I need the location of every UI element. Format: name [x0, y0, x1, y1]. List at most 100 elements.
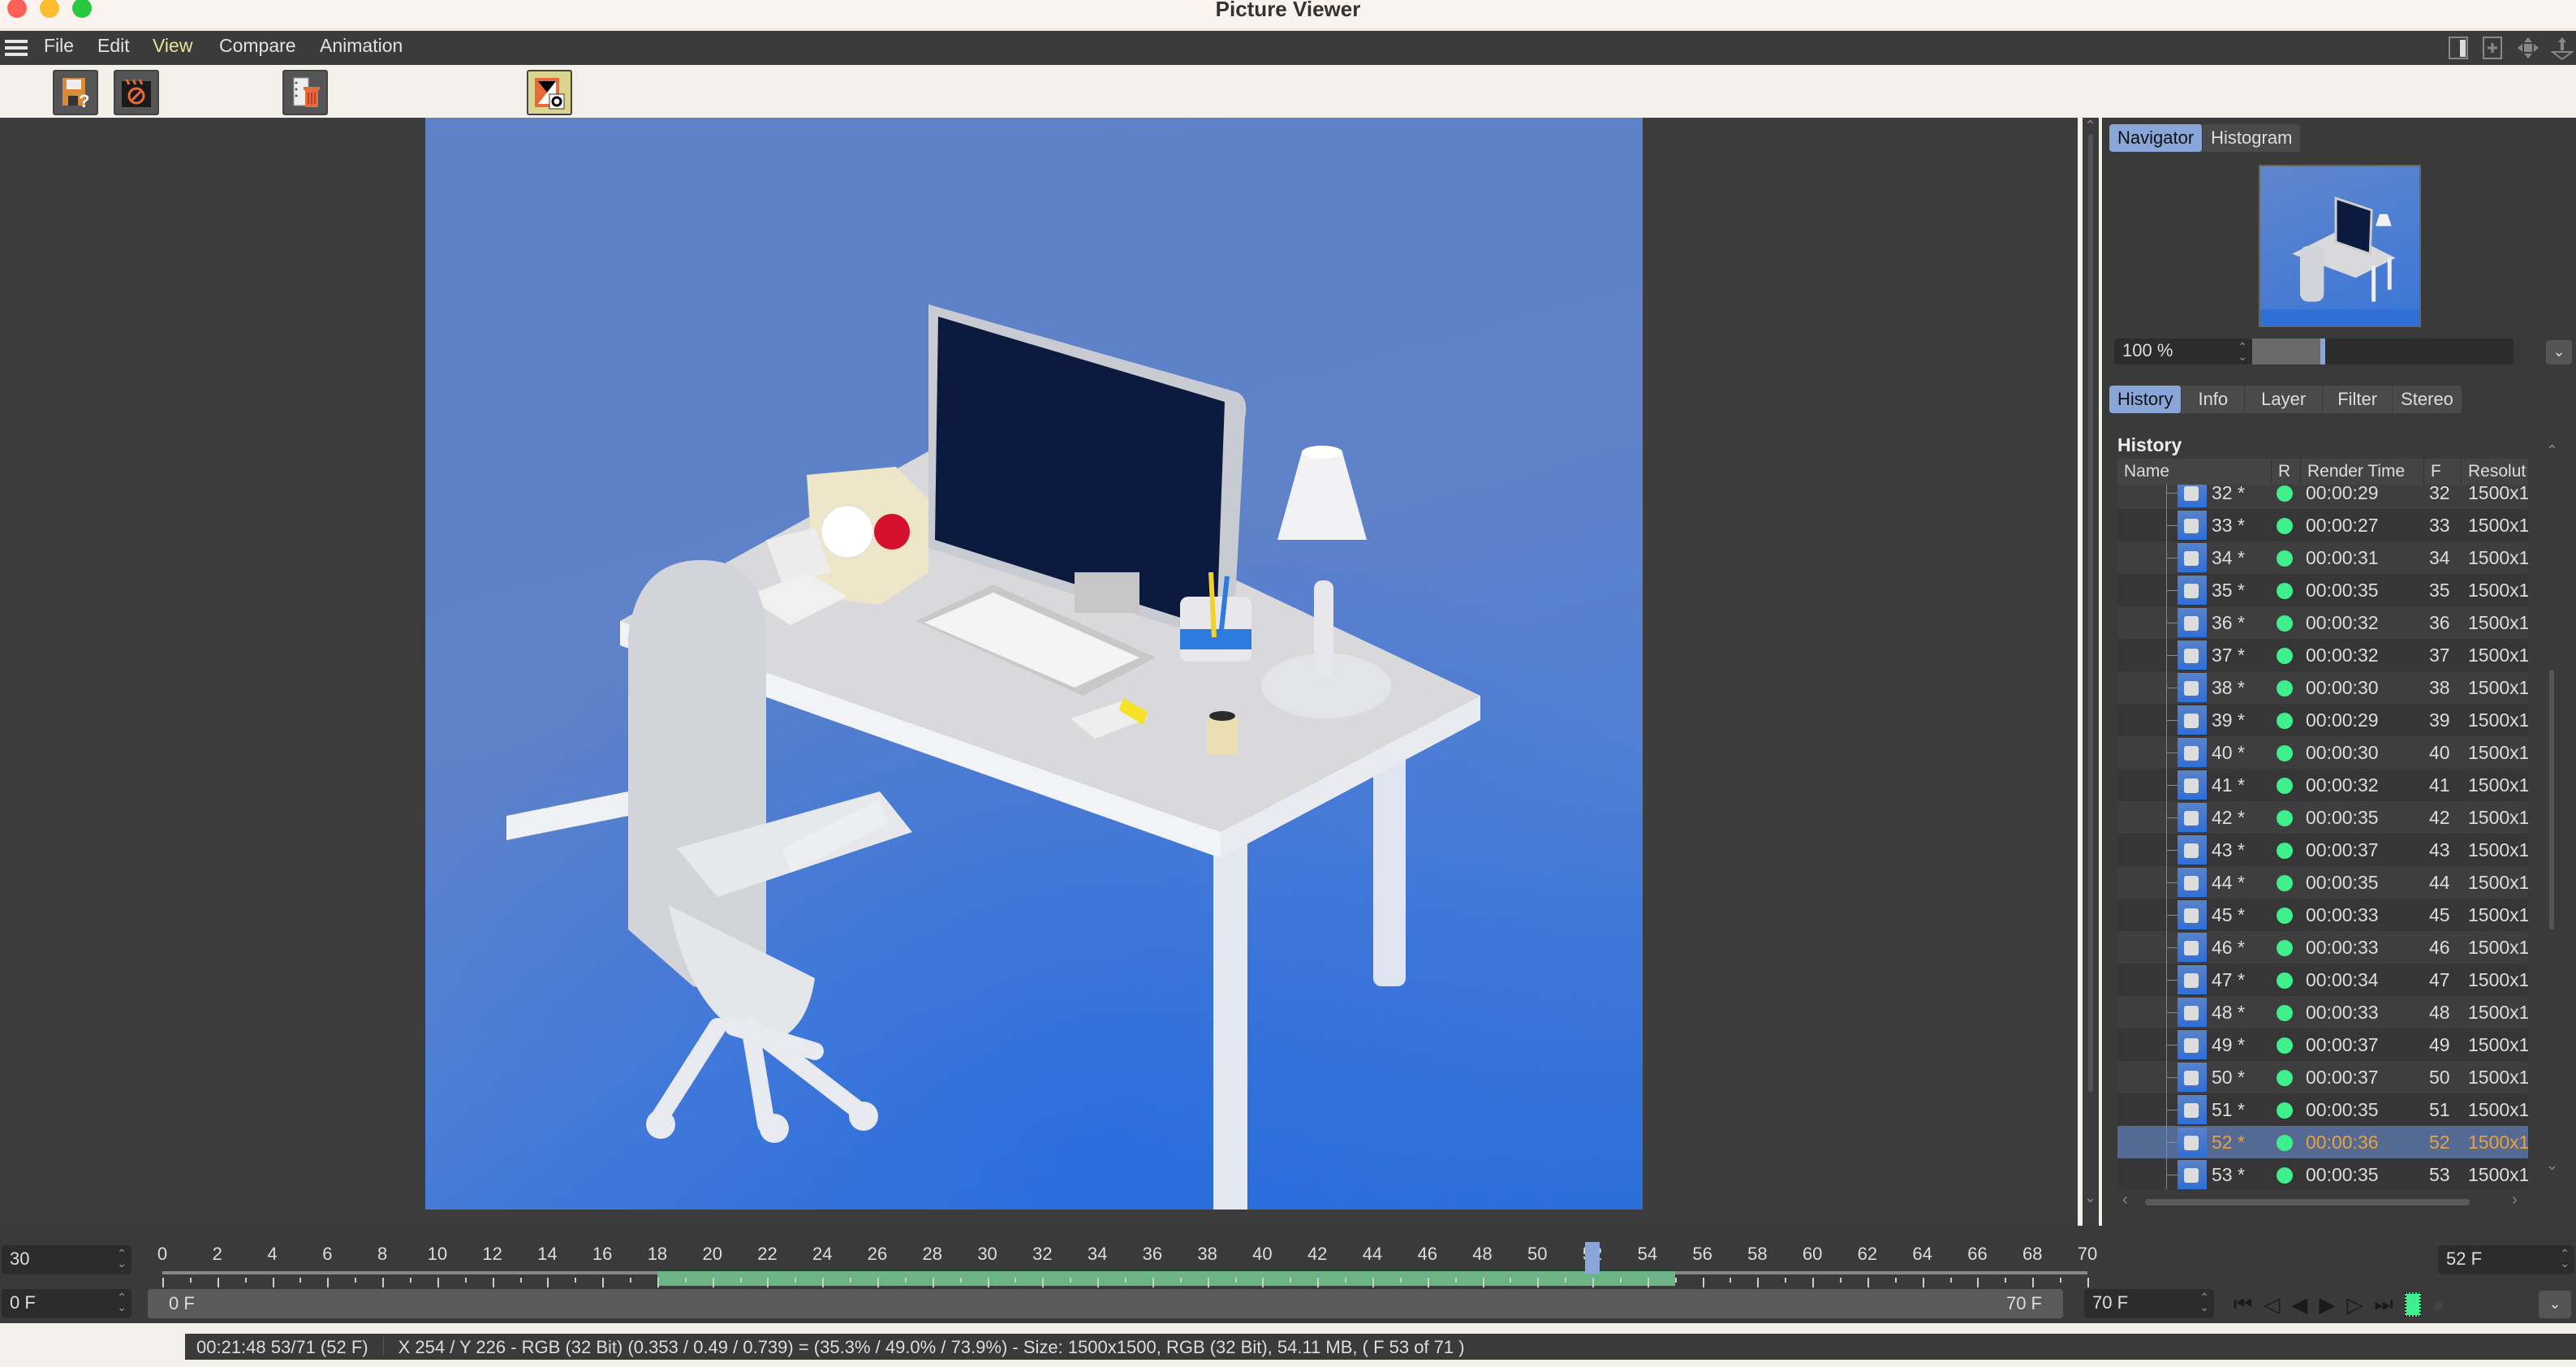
tab-stereo[interactable]: Stereo — [2393, 386, 2462, 413]
stepper-icon[interactable]: ⌃ ⌄ — [117, 1292, 127, 1313]
end-frame-field[interactable]: 70 F ⌃ ⌄ — [2084, 1289, 2214, 1318]
record-icon[interactable]: ● — [2432, 1292, 2445, 1317]
column-header-render-time[interactable]: Render Time — [2301, 459, 2424, 485]
tab-filter[interactable]: Filter — [2323, 386, 2393, 413]
menu-view[interactable]: View — [153, 35, 192, 57]
history-row[interactable]: 50 * 00:00:37 50 1500x1 — [2117, 1061, 2528, 1093]
history-row[interactable]: 47 * 00:00:34 47 1500x1 — [2117, 964, 2528, 996]
history-horizontal-scrollbar[interactable]: ‹ › — [2117, 1191, 2528, 1210]
history-vertical-scrollbar[interactable]: ⌃ ⌄ — [2544, 442, 2561, 1173]
tab-navigator[interactable]: Navigator — [2109, 124, 2203, 152]
render-status-icon — [2277, 940, 2293, 956]
right-panel: Navigator Histogram 100 % ⌃ ⌄ ⌄ History I… — [2102, 118, 2576, 1226]
zoom-level-field[interactable]: 100 % ⌃ ⌄ — [2114, 339, 2252, 364]
viewport-vertical-scrollbar[interactable]: ⌃ ⌄ — [2083, 118, 2099, 1226]
hamburger-menu-icon[interactable] — [5, 40, 28, 56]
playhead-handle[interactable] — [1585, 1242, 1600, 1274]
history-row[interactable]: 38 * 00:00:30 38 1500x1 — [2117, 671, 2528, 704]
scroll-up-icon[interactable]: ⌃ — [2084, 118, 2096, 135]
film-icon[interactable] — [2404, 1292, 2421, 1317]
scroll-down-icon[interactable]: ⌄ — [2546, 1157, 2558, 1174]
ab-compare-button[interactable] — [527, 70, 572, 115]
scrollbar-thumb[interactable] — [2145, 1199, 2470, 1205]
column-header-r[interactable]: R — [2272, 459, 2301, 485]
delete-frames-button[interactable] — [282, 70, 328, 115]
move-icon[interactable] — [2516, 36, 2539, 60]
history-row[interactable]: 40 * 00:00:30 40 1500x1 — [2117, 736, 2528, 769]
history-row[interactable]: 48 * 00:00:33 48 1500x1 — [2117, 996, 2528, 1028]
next-key-icon[interactable]: ▷ — [2346, 1292, 2363, 1317]
save-as-button[interactable]: ? — [53, 70, 98, 115]
history-row[interactable]: 53 * 00:00:35 53 1500x1 — [2117, 1158, 2528, 1189]
tab-history[interactable]: History — [2109, 386, 2182, 413]
prev-key-icon[interactable]: ◁ — [2264, 1292, 2280, 1317]
history-row[interactable]: 51 * 00:00:35 51 1500x1 — [2117, 1093, 2528, 1126]
tree-branch — [2166, 980, 2178, 981]
navigator-options-dropdown[interactable]: ⌄ — [2546, 340, 2572, 364]
scroll-up-icon[interactable]: ⌃ — [2546, 442, 2558, 459]
tab-info[interactable]: Info — [2182, 386, 2246, 413]
history-row[interactable]: 49 * 00:00:37 49 1500x1 — [2117, 1028, 2528, 1061]
menu-compare[interactable]: Compare — [219, 35, 296, 57]
ruler-tick — [1097, 1278, 1100, 1287]
row-render-time: 00:00:33 — [2306, 937, 2379, 958]
zoom-slider-thumb[interactable] — [2320, 339, 2325, 364]
history-row[interactable]: 45 * 00:00:33 45 1500x1 — [2117, 899, 2528, 931]
tab-histogram[interactable]: Histogram — [2203, 124, 2302, 152]
frame-ruler[interactable]: 0 2 4 6 8 10 12 14 16 18 20 22 24 26 28 30 32 34 36 38 40 42 4… — [146, 1242, 2419, 1287]
row-render-time: 00:00:35 — [2306, 872, 2379, 893]
history-row[interactable]: 36 * 00:00:32 36 1500x1 — [2117, 606, 2528, 639]
ruler-tick — [1785, 1278, 1787, 1283]
navigator-preview[interactable] — [2259, 165, 2421, 327]
history-row[interactable]: 39 * 00:00:29 39 1500x1 — [2117, 704, 2528, 736]
history-row[interactable]: 41 * 00:00:32 41 1500x1 — [2117, 769, 2528, 801]
dock-icon[interactable] — [2550, 36, 2574, 61]
tab-layer[interactable]: Layer — [2245, 386, 2324, 413]
play-backward-icon[interactable]: ◀ — [2291, 1292, 2307, 1317]
scroll-down-icon[interactable]: ⌄ — [2084, 1189, 2096, 1206]
new-panel-icon[interactable] — [2482, 36, 2505, 60]
scrollbar-thumb[interactable] — [2549, 670, 2554, 929]
scrollbar-thumb[interactable] — [2088, 134, 2093, 1092]
preview-range-bar[interactable]: 0 F 70 F — [148, 1289, 2063, 1318]
timeline-options-dropdown[interactable]: ⌄ — [2539, 1291, 2571, 1318]
start-frame-field[interactable]: 0 F ⌃ ⌄ — [2, 1289, 131, 1318]
zoom-slider[interactable] — [2252, 339, 2514, 364]
ruler-tick — [1262, 1278, 1264, 1287]
stepper-icon[interactable]: ⌃ ⌄ — [2560, 1248, 2570, 1269]
history-row[interactable]: 33 * 00:00:27 33 1500x1 — [2117, 509, 2528, 541]
history-row[interactable]: 43 * 00:00:37 43 1500x1 — [2117, 834, 2528, 866]
fps-field[interactable]: 30 ⌃ ⌄ — [2, 1245, 131, 1274]
panel-layout-icon[interactable] — [2448, 36, 2470, 60]
current-frame-field[interactable]: 52 F ⌃ ⌄ — [2438, 1245, 2574, 1274]
menu-file[interactable]: File — [44, 35, 74, 57]
menu-edit[interactable]: Edit — [97, 35, 130, 57]
menu-animation[interactable]: Animation — [320, 35, 403, 57]
stop-render-button[interactable] — [114, 70, 159, 115]
history-row[interactable]: 35 * 00:00:35 35 1500x1 — [2117, 574, 2528, 606]
history-row[interactable]: 46 * 00:00:33 46 1500x1 — [2117, 931, 2528, 964]
stepper-icon[interactable]: ⌃ ⌄ — [2199, 1292, 2209, 1313]
history-row[interactable]: 34 * 00:00:31 34 1500x1 — [2117, 541, 2528, 574]
history-row[interactable]: 44 * 00:00:35 44 1500x1 — [2117, 866, 2528, 899]
stepper-icon[interactable]: ⌃ ⌄ — [117, 1248, 127, 1269]
play-forward-icon[interactable]: ▶ — [2319, 1292, 2335, 1317]
column-header-f[interactable]: F — [2424, 459, 2462, 485]
history-row[interactable]: 42 * 00:00:35 42 1500x1 — [2117, 801, 2528, 834]
stepper-icon[interactable]: ⌃ ⌄ — [2238, 341, 2247, 362]
history-row[interactable]: 52 * 00:00:36 52 1500x1 — [2117, 1126, 2528, 1158]
last-frame-icon[interactable]: ⏭ — [2374, 1292, 2393, 1317]
scroll-right-icon[interactable]: › — [2512, 1191, 2518, 1210]
history-row[interactable]: 37 * 00:00:32 37 1500x1 — [2117, 639, 2528, 671]
ruler-tick — [1867, 1278, 1869, 1287]
playback-controls: ⏮ ◁ ◀ ▶ ▷ ⏭ ● — [2234, 1291, 2445, 1318]
ruler-tick — [492, 1278, 494, 1287]
column-header-resolution[interactable]: Resolut — [2462, 459, 2528, 485]
first-frame-icon[interactable]: ⏮ — [2234, 1292, 2252, 1317]
image-viewport[interactable] — [0, 118, 2078, 1226]
ruler-tick — [519, 1278, 522, 1283]
scroll-left-icon[interactable]: ‹ — [2122, 1191, 2128, 1210]
range-end-label: 70 F — [2005, 1293, 2042, 1313]
frame-thumbnail-icon — [2178, 770, 2207, 800]
column-header-name[interactable]: Name — [2117, 459, 2272, 485]
